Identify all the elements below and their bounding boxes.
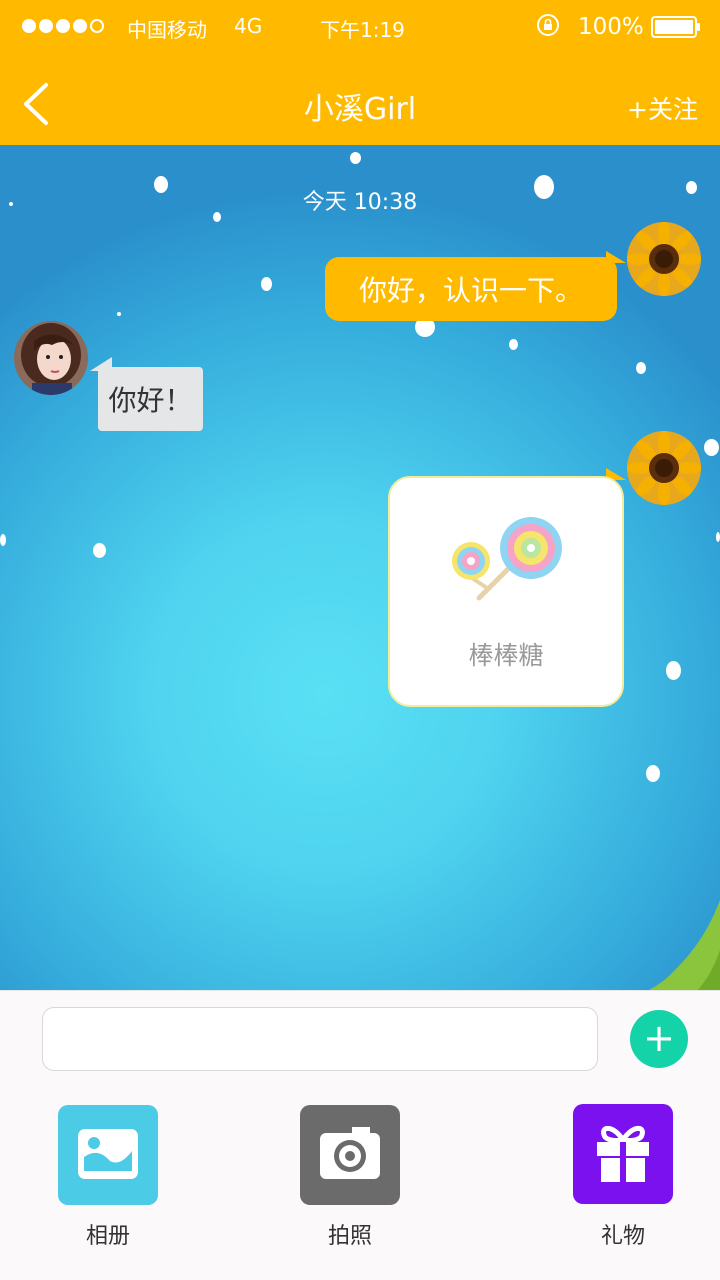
top-bar: 中国移动 4G 下午1:19 100% 小溪Girl +关注 (0, 0, 720, 145)
message-bubble-received[interactable]: 你好！ (98, 367, 203, 431)
battery-icon (651, 16, 700, 38)
tree-decoration (648, 900, 720, 990)
snowflake (117, 312, 121, 316)
network-label: 4G (234, 14, 263, 38)
my-avatar[interactable] (627, 431, 701, 505)
camera-button[interactable] (300, 1105, 400, 1205)
snowflake (350, 152, 361, 164)
carrier-label: 中国移动 (127, 18, 207, 42)
image-icon (78, 1129, 138, 1179)
signal-dots-icon (22, 19, 104, 33)
gift-label: 礼物 (600, 1224, 645, 1249)
snowflake (666, 661, 681, 680)
album-button[interactable] (58, 1105, 158, 1205)
message-input[interactable] (42, 1007, 598, 1071)
my-avatar[interactable] (627, 222, 701, 296)
girl-avatar-icon (14, 321, 88, 395)
camera-icon (320, 1127, 380, 1179)
follow-button[interactable]: +关注 (627, 90, 698, 126)
snowflake (646, 765, 660, 782)
lollipop-icon (452, 517, 562, 601)
snowflake (636, 362, 646, 374)
gift-icon (597, 1125, 649, 1182)
plus-icon[interactable]: + (630, 1010, 688, 1068)
chat-area[interactable]: 今天 10:38 你好，认识一下。 你好！ 棒棒糖 (0, 145, 720, 990)
snowflake (93, 543, 106, 558)
gift-button[interactable] (573, 1104, 673, 1204)
rotation-lock-icon (537, 14, 559, 36)
camera-label: 拍照 (327, 1224, 372, 1249)
gift-message-card[interactable]: 棒棒糖 (388, 476, 624, 707)
message-bubble-sent[interactable]: 你好，认识一下。 (325, 257, 617, 321)
chat-timestamp: 今天 10:38 (302, 190, 418, 215)
battery-percentage: 100% (578, 14, 644, 40)
sunflower-avatar-icon (627, 431, 701, 505)
page-title: 小溪Girl (303, 92, 417, 127)
clock: 下午1:19 (320, 18, 405, 42)
snowflake (704, 439, 719, 456)
album-label: 相册 (85, 1224, 130, 1249)
snowflake (0, 534, 6, 546)
sunflower-avatar-icon (627, 222, 701, 296)
snowflake (716, 532, 720, 542)
gift-name: 棒棒糖 (468, 641, 544, 670)
contact-avatar[interactable] (14, 321, 88, 395)
snowflake (509, 339, 518, 350)
snowflake (261, 277, 272, 291)
